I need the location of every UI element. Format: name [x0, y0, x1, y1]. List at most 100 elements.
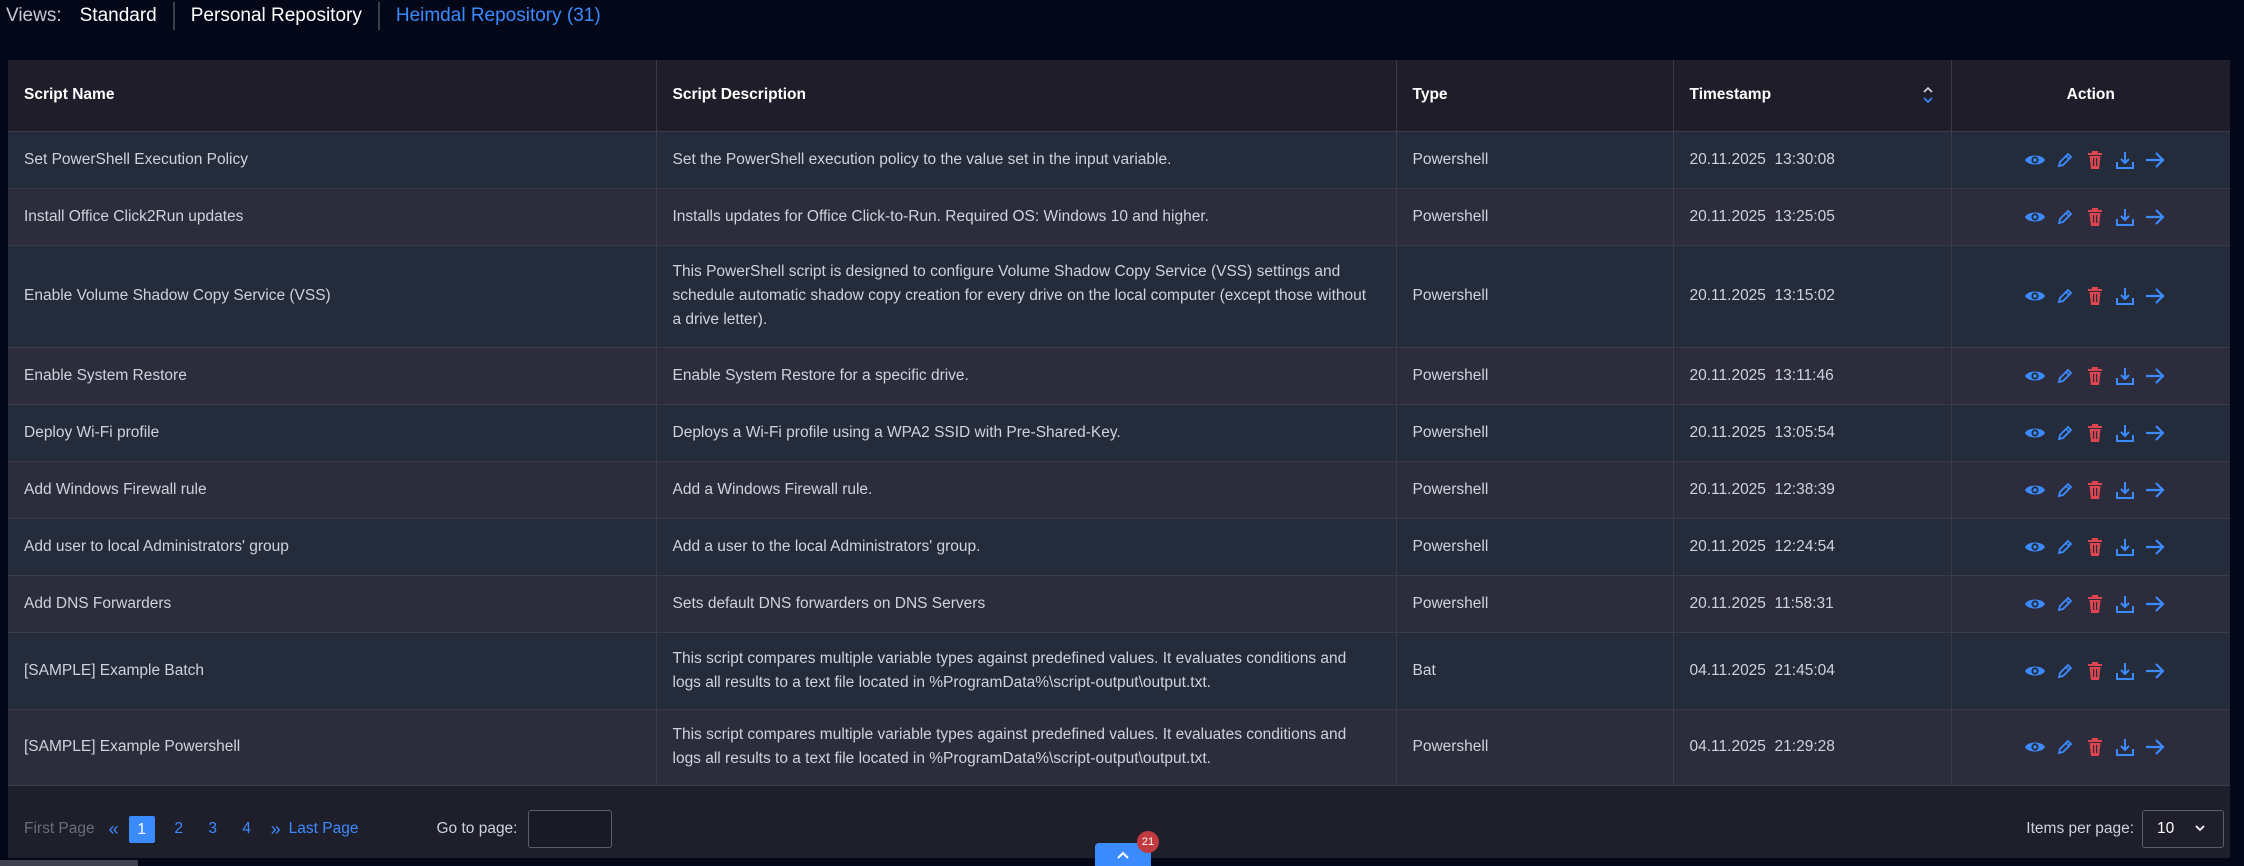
script-type-cell: Bat	[1396, 632, 1674, 710]
timestamp-cell: 20.11.2025 11:58:31	[1673, 575, 1952, 633]
page-3-button[interactable]: 3	[203, 820, 223, 838]
trash-icon[interactable]	[2084, 536, 2106, 558]
script-description-cell: This script compares multiple variable t…	[656, 632, 1397, 710]
action-buttons	[1952, 479, 2231, 501]
download-icon[interactable]	[2114, 536, 2136, 558]
trash-icon[interactable]	[2084, 365, 2106, 387]
eye-icon[interactable]	[2024, 536, 2046, 558]
table-row[interactable]: [SAMPLE] Example Batch This script compar…	[8, 632, 2230, 710]
table-row[interactable]: Enable Volume Shadow Copy Service (VSS) T…	[8, 245, 2230, 348]
action-buttons	[1952, 206, 2231, 228]
previous-page-icon[interactable]: «	[109, 819, 119, 840]
action-cell	[1951, 575, 2230, 633]
view-standard[interactable]: Standard	[80, 2, 173, 30]
items-per-page-value: 10	[2157, 820, 2175, 837]
eye-icon[interactable]	[2024, 593, 2046, 615]
eye-icon[interactable]	[2024, 285, 2046, 307]
go-to-page-input[interactable]	[527, 810, 612, 848]
table-row[interactable]: Add Windows Firewall rule Add a Windows F…	[8, 461, 2231, 519]
eye-icon[interactable]	[2024, 365, 2046, 387]
eye-icon[interactable]	[2024, 422, 2046, 444]
download-icon[interactable]	[2114, 479, 2136, 501]
arrow-right-icon[interactable]	[2144, 536, 2166, 558]
download-icon[interactable]	[2114, 149, 2136, 171]
pencil-icon[interactable]	[2054, 422, 2076, 444]
trash-icon[interactable]	[2084, 660, 2106, 682]
download-icon[interactable]	[2114, 206, 2136, 228]
header-type[interactable]: Type	[1396, 60, 1674, 132]
view-personal-repository[interactable]: Personal Repository	[172, 2, 378, 30]
sort-icon[interactable]	[1921, 84, 1935, 106]
scripts-table-body: Set PowerShell Execution Policy Set the P…	[8, 131, 2231, 786]
download-icon[interactable]	[2114, 660, 2136, 682]
arrow-right-icon[interactable]	[2144, 479, 2166, 501]
table-row[interactable]: Add user to local Administrators' group A…	[8, 518, 2230, 576]
items-per-page-select[interactable]: 10	[2142, 810, 2224, 848]
trash-icon[interactable]	[2084, 206, 2106, 228]
action-cell	[1951, 518, 2230, 576]
view-heimdal-repository[interactable]: Heimdal Repository (31)	[377, 2, 617, 30]
action-buttons	[1952, 149, 2231, 171]
horizontal-scrollbar[interactable]	[0, 860, 138, 866]
table-row[interactable]: Set PowerShell Execution Policy Set the P…	[8, 131, 2231, 189]
pencil-icon[interactable]	[2054, 206, 2076, 228]
pencil-icon[interactable]	[2054, 536, 2076, 558]
eye-icon[interactable]	[2024, 206, 2046, 228]
trash-icon[interactable]	[2084, 285, 2106, 307]
last-page-link[interactable]: Last Page	[289, 820, 359, 838]
timestamp-cell: 20.11.2025 13:15:02	[1673, 245, 1952, 348]
script-description-cell: Enable System Restore for a specific dri…	[656, 347, 1397, 405]
arrow-right-icon[interactable]	[2144, 422, 2166, 444]
download-icon[interactable]	[2114, 285, 2136, 307]
page-4-button[interactable]: 4	[237, 820, 257, 838]
download-icon[interactable]	[2114, 593, 2136, 615]
pencil-icon[interactable]	[2054, 285, 2076, 307]
next-page-icon[interactable]: »	[271, 819, 281, 840]
table-row[interactable]: Add DNS Forwarders Sets default DNS forwa…	[8, 575, 2230, 633]
script-type-cell: Powershell	[1396, 347, 1674, 405]
pencil-icon[interactable]	[2054, 593, 2076, 615]
arrow-right-icon[interactable]	[2144, 736, 2166, 758]
page-1-button[interactable]: 1	[128, 815, 155, 843]
chevron-up-icon	[1117, 851, 1129, 859]
eye-icon[interactable]	[2024, 736, 2046, 758]
table-row[interactable]: [SAMPLE] Example Powershell This script c…	[8, 709, 2230, 786]
table-row[interactable]: Enable System Restore Enable System Resto…	[8, 347, 2230, 405]
header-script-name[interactable]: Script Name	[8, 60, 657, 132]
trash-icon[interactable]	[2084, 479, 2106, 501]
table-row[interactable]: Deploy Wi-Fi profile Deploys a Wi-Fi prof…	[8, 404, 2230, 462]
script-description-cell: Add a Windows Firewall rule.	[656, 461, 1397, 519]
page-2-button[interactable]: 2	[169, 820, 189, 838]
header-script-description[interactable]: Script Description	[656, 60, 1397, 132]
table-row[interactable]: Install Office Click2Run updates Installs…	[8, 188, 2231, 246]
script-description-cell: This PowerShell script is designed to co…	[656, 245, 1397, 348]
arrow-right-icon[interactable]	[2144, 206, 2166, 228]
script-type-cell: Powershell	[1396, 404, 1674, 462]
script-name-cell: Add Windows Firewall rule	[8, 461, 657, 519]
pencil-icon[interactable]	[2054, 149, 2076, 171]
timestamp-cell: 04.11.2025 21:45:04	[1673, 632, 1952, 710]
trash-icon[interactable]	[2084, 736, 2106, 758]
eye-icon[interactable]	[2024, 660, 2046, 682]
pencil-icon[interactable]	[2054, 736, 2076, 758]
arrow-right-icon[interactable]	[2144, 149, 2166, 171]
download-icon[interactable]	[2114, 365, 2136, 387]
first-page-link[interactable]: First Page	[24, 820, 95, 838]
arrow-right-icon[interactable]	[2144, 285, 2166, 307]
script-name-cell: Set PowerShell Execution Policy	[8, 131, 657, 189]
arrow-right-icon[interactable]	[2144, 593, 2166, 615]
header-timestamp[interactable]: Timestamp	[1673, 60, 1952, 132]
trash-icon[interactable]	[2084, 149, 2106, 171]
pencil-icon[interactable]	[2054, 479, 2076, 501]
download-icon[interactable]	[2114, 736, 2136, 758]
arrow-right-icon[interactable]	[2144, 660, 2166, 682]
trash-icon[interactable]	[2084, 593, 2106, 615]
pencil-icon[interactable]	[2054, 660, 2076, 682]
eye-icon[interactable]	[2024, 149, 2046, 171]
trash-icon[interactable]	[2084, 422, 2106, 444]
arrow-right-icon[interactable]	[2144, 365, 2166, 387]
download-icon[interactable]	[2114, 422, 2136, 444]
timestamp-cell: 20.11.2025 13:05:54	[1673, 404, 1952, 462]
eye-icon[interactable]	[2024, 479, 2046, 501]
pencil-icon[interactable]	[2054, 365, 2076, 387]
